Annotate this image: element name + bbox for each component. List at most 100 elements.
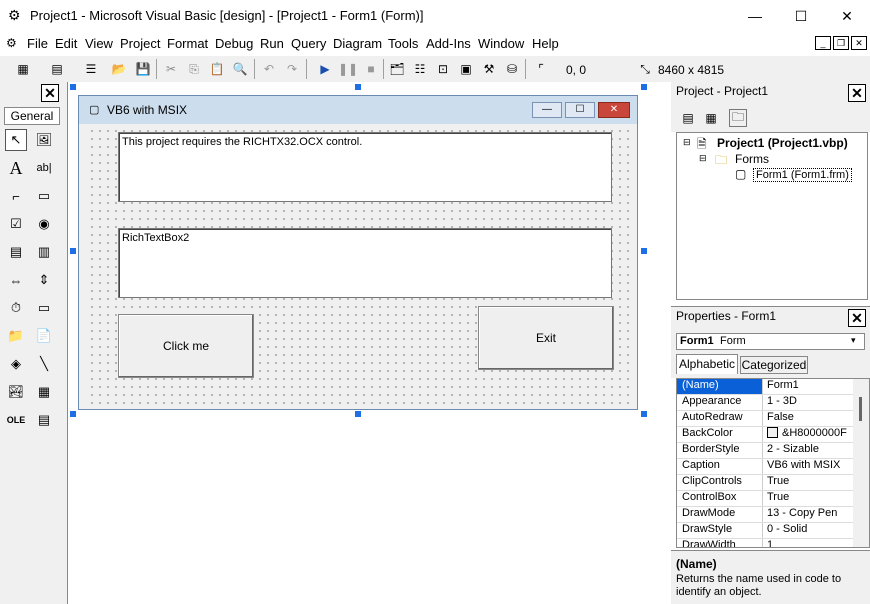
- form-layout-icon[interactable]: ⊡: [434, 60, 452, 78]
- project-explorer-icon[interactable]: 🗂: [388, 60, 406, 78]
- copy-icon[interactable]: ⎘: [185, 60, 203, 78]
- menu-view[interactable]: View: [85, 36, 113, 51]
- timer-tool-icon[interactable]: ⏱: [5, 297, 27, 319]
- toolbox-icon[interactable]: ⚒: [480, 60, 498, 78]
- scrollbar-thumb[interactable]: [859, 397, 862, 421]
- property-row[interactable]: ClipControls True: [677, 475, 869, 491]
- mdi-minimize-button[interactable]: _: [815, 36, 831, 50]
- toolbox-close-button[interactable]: ✕: [41, 84, 59, 102]
- data-tool-icon[interactable]: ▦: [33, 381, 55, 403]
- frame-tool-icon[interactable]: ⌐: [5, 185, 27, 207]
- menu-project[interactable]: Project: [120, 36, 160, 51]
- break-icon[interactable]: ❚❚: [338, 60, 358, 78]
- picturebox-tool-icon[interactable]: 🖼: [33, 129, 55, 151]
- property-row[interactable]: ControlBox True: [677, 491, 869, 507]
- richtextbox1[interactable]: This project requires the RICHTX32.OCX c…: [118, 132, 612, 202]
- find-icon[interactable]: 🔍: [231, 60, 249, 78]
- project-explorer-close-button[interactable]: ✕: [848, 84, 866, 102]
- property-row[interactable]: (Name) Form1: [677, 379, 869, 395]
- tree-project-root[interactable]: Project1 (Project1.vbp): [717, 136, 848, 150]
- toolbox-tab-general[interactable]: General: [4, 107, 60, 125]
- menu-tools[interactable]: Tools: [388, 36, 418, 51]
- listbox-tool-icon[interactable]: ▥: [33, 241, 55, 263]
- richtextbox2[interactable]: RichTextBox2: [118, 228, 612, 298]
- checkbox-tool-icon[interactable]: ☑: [5, 213, 27, 235]
- tab-alphabetic[interactable]: Alphabetic: [676, 354, 738, 374]
- undo-icon[interactable]: ↶: [260, 60, 278, 78]
- paste-icon[interactable]: 📋: [208, 60, 226, 78]
- mdi-restore-button[interactable]: ❐: [833, 36, 849, 50]
- form-maximize-button[interactable]: ☐: [565, 102, 595, 118]
- form-minimize-button[interactable]: —: [532, 102, 562, 118]
- form1-window[interactable]: ▢ VB6 with MSIX — ☐ ✕ This project requi…: [78, 95, 638, 410]
- menu-query[interactable]: Query: [291, 36, 326, 51]
- form-system-icon[interactable]: ⚙: [6, 36, 17, 50]
- object-browser-icon[interactable]: ▣: [457, 60, 475, 78]
- resize-handle[interactable]: [70, 411, 76, 417]
- hscrollbar-tool-icon[interactable]: ⇔: [5, 269, 27, 291]
- maximize-button[interactable]: ☐: [778, 0, 824, 32]
- menu-editor-icon[interactable]: ☰: [82, 60, 100, 78]
- mdi-close-button[interactable]: ✕: [851, 36, 867, 50]
- data-view-icon[interactable]: ⛁: [503, 60, 521, 78]
- resize-handle[interactable]: [641, 411, 647, 417]
- property-row[interactable]: BorderStyle 2 - Sizable: [677, 443, 869, 459]
- property-row[interactable]: AutoRedraw False: [677, 411, 869, 427]
- collapse-icon[interactable]: ⊟: [699, 153, 707, 164]
- vscrollbar-tool-icon[interactable]: ⇕: [33, 269, 55, 291]
- menu-format[interactable]: Format: [167, 36, 208, 51]
- collapse-icon[interactable]: ⊟: [683, 137, 691, 148]
- open-project-icon[interactable]: 📂: [110, 60, 128, 78]
- property-scrollbar[interactable]: [853, 379, 869, 547]
- property-row[interactable]: Appearance 1 - 3D: [677, 395, 869, 411]
- property-row[interactable]: DrawWidth 1: [677, 539, 869, 547]
- view-code-icon[interactable]: ▤: [679, 109, 697, 127]
- property-row[interactable]: BackColor &H8000000F: [677, 427, 869, 443]
- end-icon[interactable]: ■: [362, 60, 380, 78]
- properties-window-icon[interactable]: ☷: [411, 60, 429, 78]
- commandbutton-tool-icon[interactable]: ▭: [33, 185, 55, 207]
- toggle-folders-icon[interactable]: 🗀: [729, 109, 747, 127]
- textbox-tool-icon[interactable]: ab|: [33, 157, 55, 179]
- minimize-button[interactable]: —: [732, 0, 778, 32]
- property-row[interactable]: DrawStyle 0 - Solid: [677, 523, 869, 539]
- tree-form1-item[interactable]: Form1 (Form1.frm): [753, 168, 852, 182]
- resize-handle[interactable]: [355, 84, 361, 90]
- menu-help[interactable]: Help: [532, 36, 559, 51]
- menu-debug[interactable]: Debug: [215, 36, 253, 51]
- properties-close-button[interactable]: ✕: [848, 309, 866, 327]
- dirlistbox-tool-icon[interactable]: 📁: [5, 325, 27, 347]
- click-me-button[interactable]: Click me: [118, 314, 254, 378]
- view-object-icon[interactable]: ▦: [702, 109, 720, 127]
- shape-tool-icon[interactable]: ◈: [5, 353, 27, 375]
- menu-edit[interactable]: Edit: [55, 36, 77, 51]
- menu-diagram[interactable]: Diagram: [333, 36, 382, 51]
- property-row[interactable]: DrawMode 13 - Copy Pen: [677, 507, 869, 523]
- line-tool-icon[interactable]: ╲: [33, 353, 55, 375]
- add-project-icon[interactable]: ▦: [14, 60, 32, 78]
- menu-file[interactable]: File: [27, 36, 48, 51]
- resize-handle[interactable]: [355, 411, 361, 417]
- resize-handle[interactable]: [70, 248, 76, 254]
- menu-run[interactable]: Run: [260, 36, 284, 51]
- redo-icon[interactable]: ↷: [283, 60, 301, 78]
- chevron-down-icon[interactable]: ▾: [851, 335, 856, 346]
- menu-window[interactable]: Window: [478, 36, 524, 51]
- object-selector[interactable]: Form1 Form ▾: [676, 333, 865, 350]
- optionbutton-tool-icon[interactable]: ◉: [33, 213, 55, 235]
- filelistbox-tool-icon[interactable]: 📄: [33, 325, 55, 347]
- tab-categorized[interactable]: Categorized: [740, 356, 808, 374]
- cut-icon[interactable]: ✂: [162, 60, 180, 78]
- close-button[interactable]: ✕: [824, 0, 870, 32]
- start-icon[interactable]: ▶: [316, 60, 334, 78]
- combobox-tool-icon[interactable]: ▤: [5, 241, 27, 263]
- form-close-button[interactable]: ✕: [598, 102, 630, 118]
- drivelistbox-tool-icon[interactable]: ▭: [33, 297, 55, 319]
- save-project-icon[interactable]: 💾: [134, 60, 152, 78]
- resize-handle[interactable]: [641, 84, 647, 90]
- menu-add-ins[interactable]: Add-Ins: [426, 36, 471, 51]
- image-tool-icon[interactable]: 🏞: [5, 381, 27, 403]
- resize-handle[interactable]: [70, 84, 76, 90]
- resize-handle[interactable]: [641, 248, 647, 254]
- exit-button[interactable]: Exit: [478, 306, 614, 370]
